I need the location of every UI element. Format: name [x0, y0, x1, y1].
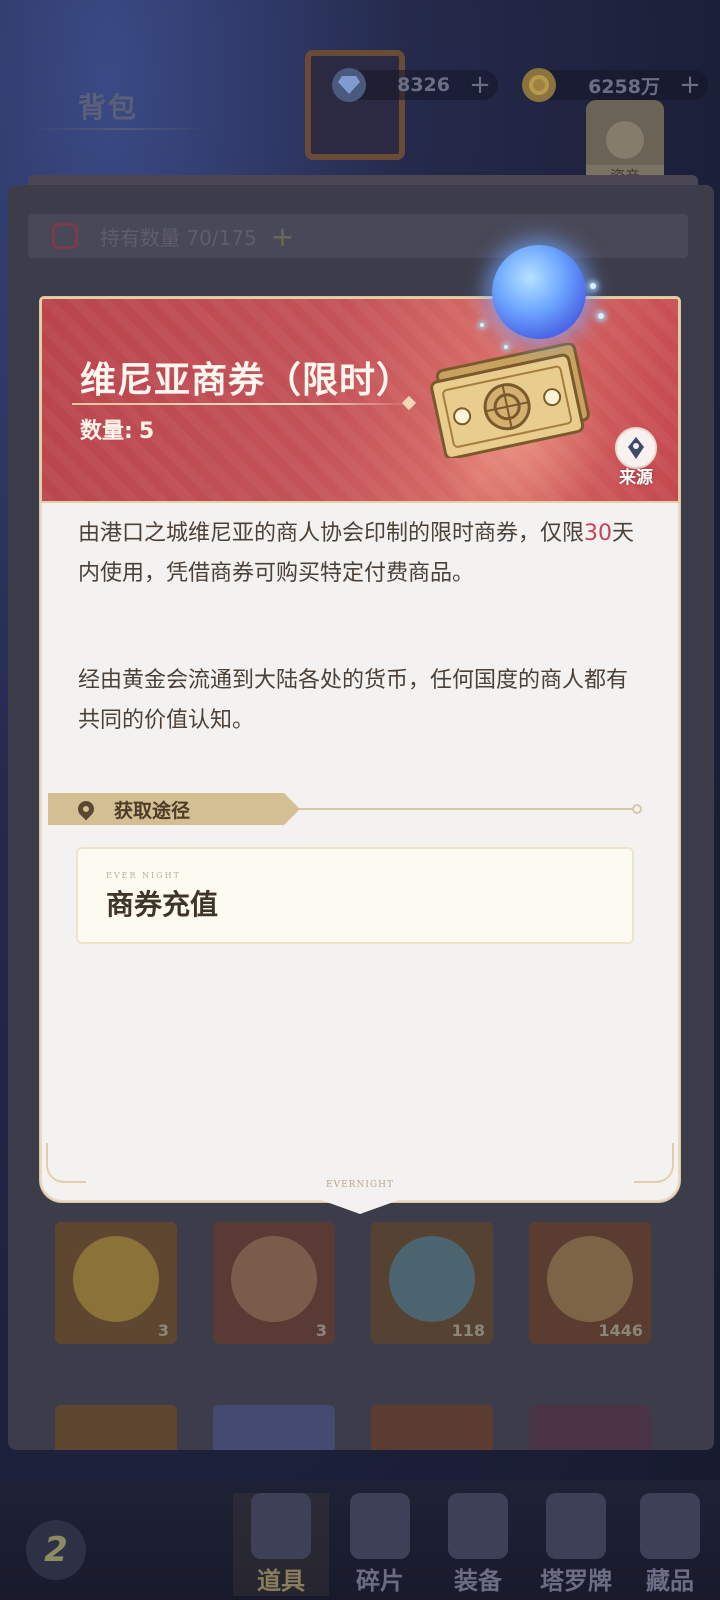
item-lore: 经由黄金会流通到大陆各处的货币，任何国度的商人都有共同的价值认知。 [78, 668, 629, 733]
description-highlight: 30 [584, 521, 613, 546]
nav-tab-fragments[interactable]: 碎片 [332, 1493, 428, 1596]
add-gold-button[interactable]: + [672, 70, 708, 100]
gem-icon [332, 68, 366, 102]
sparkle-icon [480, 323, 484, 327]
item-quantity: 数量: 5 [80, 413, 154, 445]
game-logo-icon: 2 [26, 1520, 86, 1580]
item-count: 3 [315, 1321, 327, 1340]
inventory-item[interactable] [529, 1405, 651, 1450]
footer-brand: EVERNIGHT [326, 1180, 394, 1190]
bag-icon [52, 223, 78, 249]
source-label: 来源 [619, 468, 653, 488]
corner-ornament [46, 1143, 86, 1183]
inventory-item[interactable]: 1446 [529, 1222, 651, 1344]
item-count: 3 [157, 1321, 169, 1340]
item-name: 维尼亚商券（限时） [80, 359, 414, 401]
gold-coin-icon [522, 68, 556, 102]
dialog-pointer [310, 1196, 410, 1214]
gold-currency: 6258万 + [522, 68, 708, 102]
collection-icon [640, 1493, 700, 1559]
equipment-icon [448, 1493, 508, 1559]
hold-count-label: 持有数量 70/175 [100, 225, 257, 250]
nav-tab-label: 塔罗牌 [540, 1566, 612, 1595]
location-pin-icon [74, 797, 98, 821]
blue-book-icon [389, 1236, 475, 1322]
bottom-nav: 2 道具 碎片 装备 塔罗牌 藏品 [0, 1480, 720, 1600]
acquire-section-header: 获取途径 [48, 793, 648, 825]
gold-amount: 6258万 [588, 75, 660, 98]
inventory-item[interactable] [55, 1405, 177, 1450]
portrait-frame [305, 50, 405, 160]
item-detail-dialog: 维尼亚商券（限时） 数量: 5 来源 由港口之城维尼亚的商人协会印制的限时商券，… [40, 245, 680, 1214]
quantity-label: 数量: [80, 419, 133, 444]
nav-tab-label: 装备 [454, 1566, 502, 1595]
nav-tab-label: 道具 [257, 1566, 305, 1595]
item-count: 1446 [598, 1321, 643, 1340]
gem-currency: 8326 + [332, 68, 498, 102]
glowing-orb-icon [492, 245, 586, 339]
inventory-item[interactable]: 3 [55, 1222, 177, 1344]
description-text: 由港口之城维尼亚的商人协会印制的限时商券，仅限 [78, 521, 585, 546]
corner-ornament [634, 1143, 674, 1183]
fragments-icon [350, 1493, 410, 1559]
nav-tab-tarot[interactable]: 塔罗牌 [528, 1493, 624, 1596]
screen-title: 背包 [78, 91, 139, 124]
nav-tab-collection[interactable]: 藏品 [622, 1493, 718, 1596]
acquire-source-label: 商券充值 [106, 888, 219, 921]
gold-medal-icon [73, 1236, 159, 1322]
tarot-icon [546, 1493, 606, 1559]
quantity-value: 5 [138, 419, 155, 444]
gem-amount: 8326 [397, 74, 450, 96]
inventory-item[interactable] [371, 1405, 493, 1450]
rose-book-icon [231, 1236, 317, 1322]
items-icon [251, 1493, 311, 1559]
feather-icon [547, 1236, 633, 1322]
add-gem-button[interactable]: + [462, 70, 498, 100]
sparkle-icon [590, 283, 596, 289]
title-underline [30, 128, 210, 130]
sparkle-icon [504, 345, 508, 349]
acquire-tab: 获取途径 [48, 793, 300, 825]
divider-end-dot [632, 804, 642, 814]
nav-tab-label: 藏品 [646, 1566, 694, 1595]
source-button[interactable]: 来源 [613, 427, 659, 491]
item-description: 由港口之城维尼亚的商人协会印制的限时商券，仅限30天内使用，凭借商券可购买特定付… [78, 514, 638, 594]
rabbit-icon [606, 121, 644, 159]
hold-count-bar: 持有数量 70/175 + [28, 214, 688, 258]
nav-tab-equipment[interactable]: 装备 [430, 1493, 526, 1596]
name-divider [72, 403, 412, 405]
inventory-item[interactable]: 3 [213, 1222, 335, 1344]
voucher-ticket-icon [430, 343, 590, 458]
nav-tab-label: 碎片 [356, 1566, 404, 1595]
nav-tab-items[interactable]: 道具 [233, 1493, 329, 1596]
card-brand-text: EVER NIGHT [106, 871, 181, 880]
acquire-source-card[interactable]: EVER NIGHT 商券充值 [76, 847, 634, 944]
sparkle-icon [598, 313, 604, 319]
section-divider [256, 808, 636, 810]
dialog-header: 维尼亚商券（限时） 数量: 5 来源 [40, 297, 680, 503]
acquire-label: 获取途径 [114, 799, 191, 822]
inventory-item[interactable]: 118 [371, 1222, 493, 1344]
inventory-item[interactable] [213, 1405, 335, 1450]
item-count: 118 [451, 1321, 485, 1340]
expand-capacity-button[interactable]: + [271, 220, 294, 253]
